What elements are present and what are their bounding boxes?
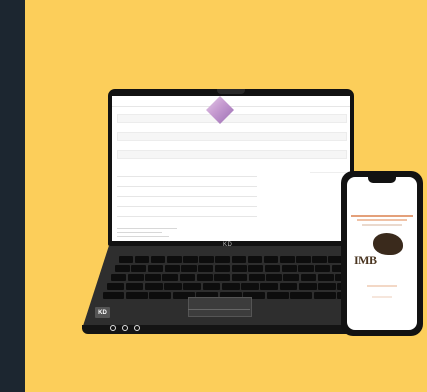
keyboard-key <box>147 265 164 272</box>
phone-logo: IMB <box>354 253 377 267</box>
keyboard-key <box>312 256 327 263</box>
keyboard-key <box>118 256 134 263</box>
laptop-screen <box>112 96 350 241</box>
chart-legend-line <box>310 172 346 173</box>
keyboard-key <box>102 292 125 299</box>
table-row-divider <box>117 216 257 217</box>
keyboard-key <box>298 283 317 290</box>
keyboard-key <box>283 274 300 281</box>
keyboard-key <box>260 283 279 290</box>
screen-footnote-line <box>117 228 177 229</box>
table-header-divider <box>117 176 257 177</box>
keyboard-key <box>214 274 230 281</box>
keyboard-key <box>266 292 289 299</box>
phone-notch <box>368 177 396 183</box>
keyboard-brand-badge: KD <box>95 307 110 318</box>
keyboard-key <box>214 265 230 272</box>
keyboard-key <box>144 283 163 290</box>
table-row-divider <box>117 186 257 187</box>
screen-field-1 <box>117 114 347 123</box>
keyboard-key <box>215 256 230 263</box>
keyboard-key <box>202 283 221 290</box>
keyboard-key <box>164 265 180 272</box>
keyboard-key <box>263 256 279 263</box>
phone-headline-line <box>351 215 413 217</box>
keyboard-key <box>313 292 336 299</box>
keyboard-key <box>221 283 240 290</box>
keyboard-key <box>266 274 282 281</box>
keyboard-key <box>279 283 298 290</box>
table-row-divider <box>117 206 257 207</box>
keyboard-key <box>106 283 125 290</box>
keyboard-key <box>149 292 172 299</box>
keyboard-key <box>298 265 314 272</box>
keyboard-key <box>231 256 247 263</box>
keyboard-key <box>179 274 196 281</box>
phone-headline-line <box>357 219 407 221</box>
keyboard-key <box>290 292 313 299</box>
keyboard-key <box>198 265 214 272</box>
keyboard-key <box>231 274 248 281</box>
phone-subline <box>362 224 402 226</box>
keyboard-key <box>231 265 247 272</box>
keyboard-key <box>248 265 264 272</box>
laptop-camera-notch <box>217 89 245 94</box>
keyboard-key <box>145 274 161 281</box>
keyboard-key <box>162 274 179 281</box>
keyboard-key <box>183 256 198 263</box>
screen-field-2 <box>117 132 347 141</box>
keyboard-key <box>125 283 144 290</box>
keyboard-key <box>183 283 202 290</box>
table-row-divider <box>117 196 257 197</box>
screen-footnote-line <box>117 236 169 237</box>
keyboard-key <box>181 265 197 272</box>
keyboard-key <box>196 274 213 281</box>
keyboard-key <box>247 256 263 263</box>
keyboard-key <box>127 274 144 281</box>
screen-field-3 <box>117 150 347 159</box>
keyboard-key <box>264 265 281 272</box>
keyboard-key <box>131 265 147 272</box>
keyboard-key <box>300 274 317 281</box>
port-icon <box>134 325 140 331</box>
keyboard-key <box>199 256 214 263</box>
keyboard-key <box>318 283 336 290</box>
keyboard-key <box>315 265 331 272</box>
phone-caption-line <box>367 285 397 287</box>
screen-header-divider <box>112 106 350 107</box>
keyboard-key <box>248 274 265 281</box>
keyboard-key <box>134 256 150 263</box>
keyboard-key <box>296 256 311 263</box>
phone-caption-line <box>372 296 392 298</box>
keyboard-key <box>166 256 182 263</box>
keyboard-key <box>110 274 127 281</box>
touchpad <box>188 297 252 317</box>
port-icon <box>110 325 116 331</box>
keyboard-key <box>164 283 182 290</box>
screen-footnote-line <box>117 232 162 233</box>
keyboard-key <box>317 274 334 281</box>
keyboard-key <box>114 265 130 272</box>
keyboard-key <box>150 256 166 263</box>
port-icon <box>122 325 128 331</box>
keyboard-key <box>279 256 295 263</box>
keyboard-key <box>125 292 148 299</box>
keyboard-key <box>281 265 297 272</box>
touchpad-button-divider <box>188 309 250 310</box>
keyboard-key <box>241 283 259 290</box>
phone-hero-image <box>373 233 403 255</box>
